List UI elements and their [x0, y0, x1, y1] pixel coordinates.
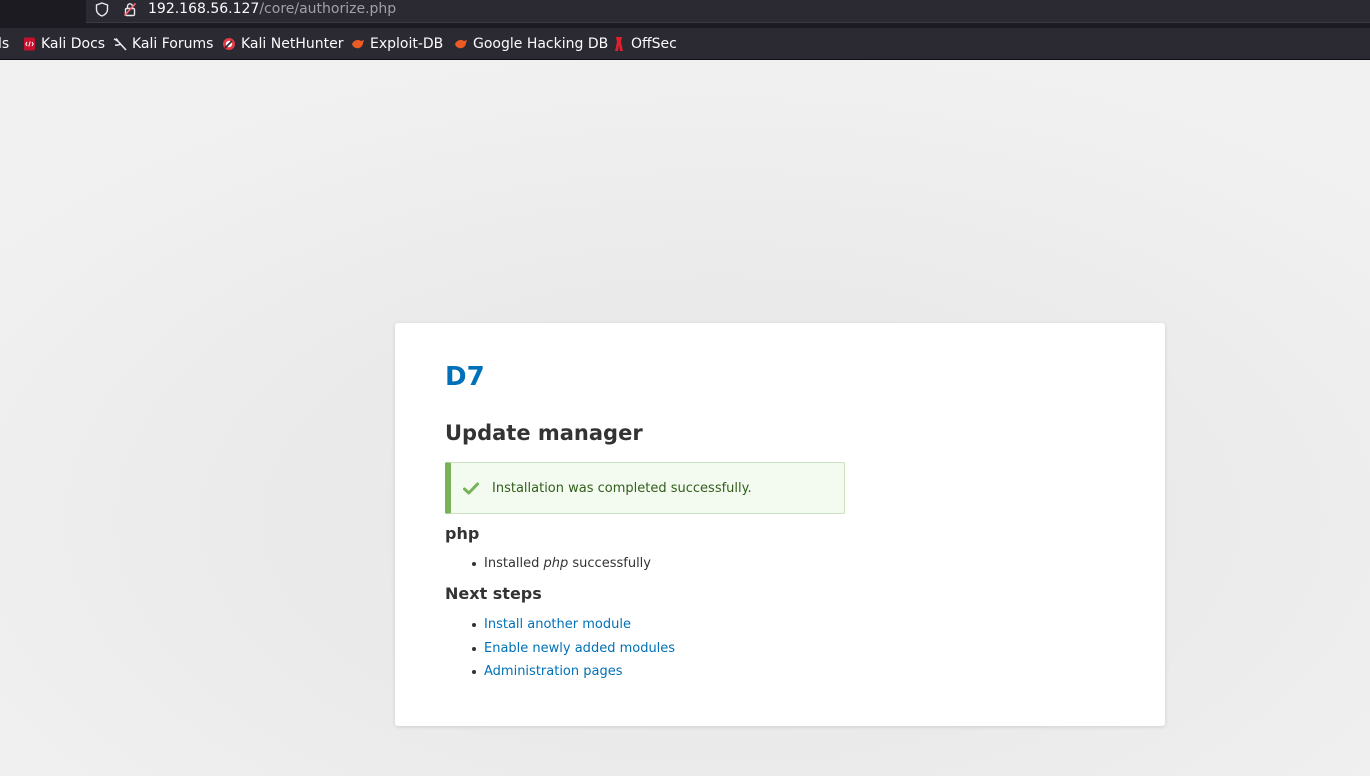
- bookmark-tools[interactable]: ls: [0, 34, 9, 54]
- bookmark-label: Kali NetHunter: [241, 36, 344, 52]
- browser-toolbar: 192.168.56.127/core/authorize.php: [0, 0, 1370, 28]
- url-host: 192.168.56.127: [148, 1, 260, 17]
- url-text[interactable]: 192.168.56.127/core/authorize.php: [148, 0, 396, 18]
- result-prefix: Installed: [484, 556, 544, 571]
- install-another-module-link[interactable]: Install another module: [484, 617, 631, 632]
- list-item: Administration pages: [472, 660, 675, 684]
- administration-pages-link[interactable]: Administration pages: [484, 664, 623, 679]
- list-item: Enable newly added modules: [472, 637, 675, 661]
- page-title: Update manager: [445, 421, 643, 445]
- project-results-list: Installed php successfully: [472, 552, 651, 576]
- kali-dragon-icon: [113, 37, 127, 51]
- status-message-text: Installation was completed successfully.: [492, 480, 752, 496]
- result-suffix: successfully: [568, 556, 651, 571]
- enable-modules-link[interactable]: Enable newly added modules: [484, 641, 675, 656]
- bookmark-label: Google Hacking DB: [473, 36, 609, 52]
- bookmark-exploit-db[interactable]: Exploit-DB: [351, 34, 443, 54]
- authorize-card: D7 Update manager Installation was compl…: [395, 323, 1165, 726]
- list-item: Install another module: [472, 613, 675, 637]
- bookmark-label: Kali Forums: [132, 36, 214, 52]
- next-steps-heading: Next steps: [445, 584, 542, 603]
- site-name-link[interactable]: D7: [445, 361, 485, 393]
- result-project-name: php: [543, 556, 569, 571]
- insecure-lock-icon[interactable]: [122, 1, 138, 17]
- toolbar-left-area: [0, 0, 86, 28]
- kali-docs-icon: [22, 37, 36, 51]
- bookmarks-toolbar: ls Kali Docs Kali Forums Kali NetHunter …: [0, 28, 1370, 60]
- bookmark-label: Kali Docs: [41, 36, 106, 52]
- bookmark-label: ls: [0, 36, 10, 52]
- bookmark-kali-nethunter[interactable]: Kali NetHunter: [222, 34, 343, 54]
- exploit-db-icon: [351, 37, 365, 51]
- url-path: /core/authorize.php: [259, 1, 397, 17]
- bookmark-offsec[interactable]: OffSec: [612, 34, 677, 54]
- list-item: Installed php successfully: [472, 552, 651, 576]
- status-message: Installation was completed successfully.: [445, 462, 845, 514]
- bookmark-label: OffSec: [631, 36, 677, 52]
- bookmark-label: Exploit-DB: [370, 36, 444, 52]
- next-steps-list: Install another module Enable newly adde…: [472, 613, 675, 684]
- bookmark-kali-docs[interactable]: Kali Docs: [22, 34, 105, 54]
- nethunter-icon: [222, 37, 236, 51]
- checkmark-icon: [463, 480, 479, 496]
- ghdb-icon: [454, 37, 468, 51]
- bookmark-kali-forums[interactable]: Kali Forums: [113, 34, 213, 54]
- project-heading: php: [445, 524, 480, 543]
- tracking-shield-icon[interactable]: [94, 1, 110, 17]
- bookmark-google-hacking-db[interactable]: Google Hacking DB: [454, 34, 608, 54]
- offsec-icon: [612, 37, 626, 51]
